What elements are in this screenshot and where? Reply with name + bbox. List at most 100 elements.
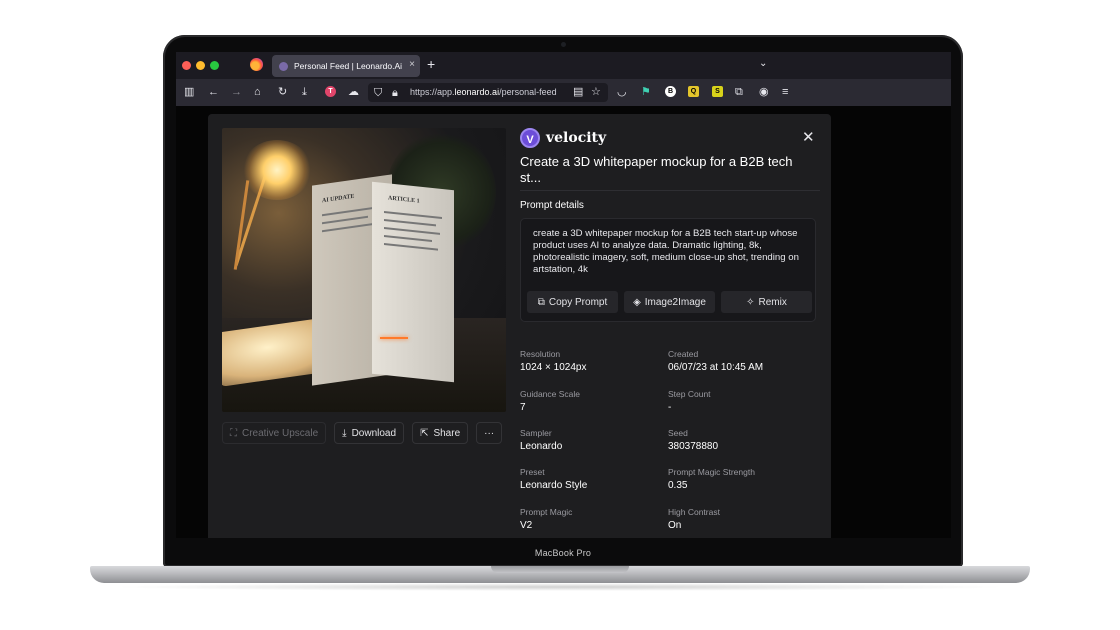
upscale-icon: ⛶: [230, 427, 237, 439]
layers-icon: ◈: [633, 296, 641, 308]
tab-close-icon[interactable]: ×: [409, 59, 415, 70]
meta-prompt-magic-strength: Prompt Magic Strength 0.35: [668, 467, 808, 491]
extension-icon[interactable]: ⚑: [641, 85, 651, 99]
meta-value: On: [668, 520, 682, 531]
menu-icon[interactable]: ≡: [782, 85, 788, 99]
star-icon[interactable]: ☆: [591, 85, 601, 99]
tab-bar: Personal Feed | Leonardo.Ai × + ⌄: [176, 52, 951, 79]
reader-icon[interactable]: ▤: [573, 85, 583, 99]
image2image-button[interactable]: ◈ Image2Image: [624, 291, 715, 313]
wand-icon: ✧: [746, 296, 755, 308]
maximize-window-button[interactable]: [210, 61, 219, 70]
forward-icon[interactable]: →: [231, 85, 242, 99]
tab-title: Personal Feed | Leonardo.Ai: [294, 61, 403, 71]
meta-key: High Contrast: [668, 507, 720, 517]
share-label: Share: [433, 427, 461, 439]
device-label: MacBook Pro: [534, 548, 592, 558]
shield-icon[interactable]: ⛉: [374, 86, 382, 100]
home-icon[interactable]: ⌂: [254, 85, 261, 99]
meta-value: 7: [520, 402, 526, 413]
extension-t-icon[interactable]: T: [325, 86, 336, 97]
copy-prompt-button[interactable]: ⧉ Copy Prompt: [527, 291, 618, 313]
meta-key: Step Count: [668, 389, 711, 399]
prompt-buttons: ⧉ Copy Prompt ◈ Image2Image ✧ Remix: [527, 291, 812, 313]
divider: [520, 190, 820, 191]
tab-personal-feed[interactable]: Personal Feed | Leonardo.Ai ×: [272, 55, 420, 77]
image2image-label: Image2Image: [644, 296, 706, 308]
meta-value: 1024 × 1024px: [520, 362, 587, 373]
download-button[interactable]: ⤓ Download: [334, 422, 405, 444]
url-text: https://app.leonardo.ai/personal-feed: [410, 87, 557, 97]
copy-icon: ⧉: [537, 296, 545, 308]
meta-key: Resolution: [520, 349, 561, 359]
puzzle-icon[interactable]: ⧉: [735, 85, 743, 99]
share-button[interactable]: ⇱ Share: [412, 422, 469, 444]
more-options-button[interactable]: ···: [476, 422, 503, 444]
lock-icon[interactable]: 🔒︎: [392, 86, 398, 100]
meta-prompt-magic: Prompt Magic V2: [520, 507, 660, 531]
book-text-line: [384, 210, 442, 220]
meta-sampler: Sampler Leonardo: [520, 428, 660, 452]
meta-value: -: [668, 402, 672, 413]
velocity-logo-icon: V: [520, 128, 540, 148]
meta-resolution: Resolution 1024 × 1024px: [520, 349, 660, 373]
more-icon: ···: [484, 427, 495, 439]
meta-key: Prompt Magic Strength: [668, 467, 755, 477]
book-text-line: [384, 218, 436, 227]
meta-seed: Seed 380378880: [668, 428, 808, 452]
creative-upscale-label: Creative Upscale: [242, 427, 319, 439]
back-icon[interactable]: ←: [208, 85, 219, 99]
book-title: AI UPDATE: [322, 193, 355, 205]
prompt-details-label: Prompt details: [520, 200, 584, 211]
sidebar-icon[interactable]: ▥: [184, 85, 194, 99]
book-text-line: [384, 226, 440, 235]
download-icon[interactable]: ⤓: [302, 85, 307, 99]
meta-key: Created: [668, 349, 699, 359]
creative-upscale-button[interactable]: ⛶ Creative Upscale: [222, 422, 327, 444]
book-text-line: [384, 234, 432, 242]
book-text-line: [322, 215, 368, 225]
book-text-line: [322, 222, 376, 233]
meta-guidance-scale: Guidance Scale 7: [520, 389, 660, 413]
download-label: Download: [351, 427, 397, 439]
remix-button[interactable]: ✧ Remix: [721, 291, 812, 313]
book-subtitle: ARTICLE 1: [388, 195, 420, 205]
brand-name: velocity: [546, 130, 607, 146]
extension-q-icon[interactable]: Q: [688, 86, 699, 97]
meta-value: V2: [520, 520, 533, 531]
account-icon[interactable]: ◉: [759, 85, 769, 99]
whitepaper-front: ARTICLE 1: [372, 181, 454, 383]
firefox-icon: [250, 58, 263, 71]
prompt-card: create a 3D whitepaper mockup for a B2B …: [520, 218, 816, 322]
meta-preset: Preset Leonardo Style: [520, 467, 660, 491]
close-window-button[interactable]: [182, 61, 191, 70]
reload-icon[interactable]: ↻: [278, 85, 287, 99]
meta-value: Leonardo Style: [520, 480, 588, 491]
new-tab-button[interactable]: +: [427, 56, 435, 72]
remix-label: Remix: [758, 296, 787, 308]
extension-s-icon[interactable]: S: [712, 86, 723, 97]
image-detail-modal: AI UPDATE ARTICLE 1 ⛶ Creative Upscale ⤓…: [208, 114, 831, 538]
glow-accent: [380, 337, 408, 339]
extension-b-icon[interactable]: B: [665, 86, 676, 97]
laptop-notch: [491, 566, 629, 573]
book-text-line: [322, 206, 374, 217]
meta-key: Preset: [520, 467, 545, 477]
leonardo-favicon-icon: [279, 61, 288, 71]
laptop-screen: Personal Feed | Leonardo.Ai × + ⌄ ▥ ← → …: [176, 52, 951, 538]
image-actions: ⛶ Creative Upscale ⤓ Download ⇱ Share ··…: [222, 422, 503, 444]
book-text-line: [384, 242, 438, 251]
tab-list-button[interactable]: ⌄: [759, 58, 767, 69]
meta-created: Created 06/07/23 at 10:45 AM: [668, 349, 808, 373]
cloud-icon[interactable]: ☁: [348, 85, 359, 99]
generated-image[interactable]: AI UPDATE ARTICLE 1: [222, 128, 506, 412]
pocket-icon[interactable]: ◡: [617, 85, 627, 99]
meta-high-contrast: High Contrast On: [668, 507, 808, 531]
brand: V velocity: [520, 128, 606, 148]
page: AI UPDATE ARTICLE 1 ⛶ Creative Upscale ⤓…: [176, 106, 951, 538]
close-icon[interactable]: ✕: [802, 128, 815, 146]
meta-value: 06/07/23 at 10:45 AM: [668, 362, 764, 373]
url-bar[interactable]: ⛉ 🔒︎ https://app.leonardo.ai/personal-fe…: [368, 83, 608, 102]
minimize-window-button[interactable]: [196, 61, 205, 70]
prompt-text: create a 3D whitepaper mockup for a B2B …: [533, 228, 799, 275]
